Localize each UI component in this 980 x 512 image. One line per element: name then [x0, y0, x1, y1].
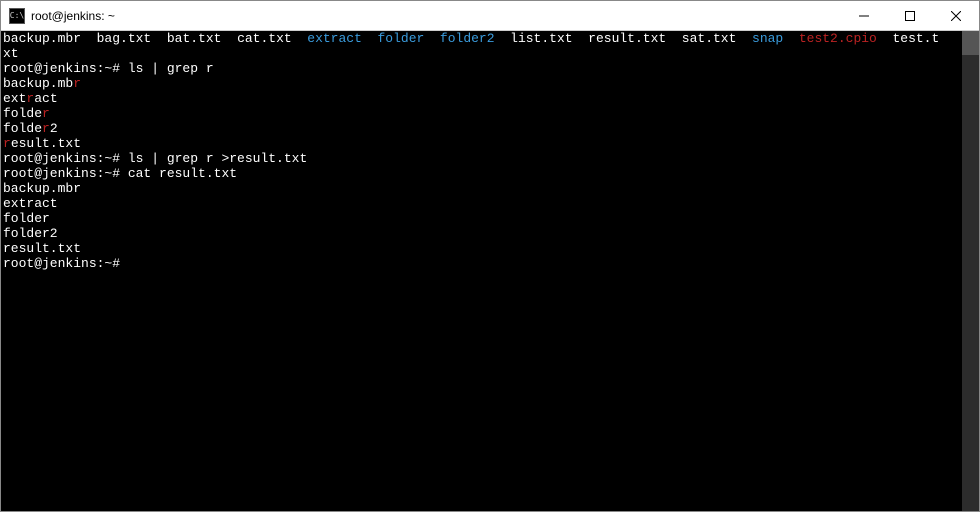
- terminal-line: root@jenkins:~#: [3, 256, 960, 271]
- command: ls | grep r >result.txt: [128, 151, 307, 166]
- scrollbar[interactable]: [962, 31, 979, 511]
- grep-post: act: [34, 91, 57, 106]
- window-title: root@jenkins: ~: [31, 9, 115, 23]
- ls-entry: backup.mbr: [3, 31, 81, 46]
- terminal-line: folder: [3, 211, 960, 226]
- ls-entry: snap: [752, 31, 783, 46]
- ls-entry: cat.txt: [237, 31, 292, 46]
- console-window: C:\ root@jenkins: ~ backup.mbr bag.txt b…: [0, 0, 980, 512]
- scrollbar-thumb[interactable]: [962, 31, 979, 55]
- cat-line: backup.mbr: [3, 181, 81, 196]
- titlebar[interactable]: C:\ root@jenkins: ~: [1, 1, 979, 31]
- ls-entry: bat.txt: [167, 31, 222, 46]
- terminal-area: backup.mbr bag.txt bat.txt cat.txt extra…: [1, 31, 979, 511]
- grep-pre: folde: [3, 121, 42, 136]
- terminal-line: extract: [3, 91, 960, 106]
- cmd-icon: C:\: [9, 8, 25, 24]
- terminal-line: root@jenkins:~# cat result.txt: [3, 166, 960, 181]
- grep-match: r: [73, 76, 81, 91]
- grep-pre: folde: [3, 106, 42, 121]
- ls-entry: result.txt: [588, 31, 666, 46]
- prompt: root@jenkins:~#: [3, 151, 128, 166]
- cat-line: extract: [3, 196, 58, 211]
- ls-entry: sat.txt: [682, 31, 737, 46]
- terminal-output[interactable]: backup.mbr bag.txt bat.txt cat.txt extra…: [1, 31, 962, 511]
- terminal-line: result.txt: [3, 136, 960, 151]
- minimize-button[interactable]: [841, 1, 887, 31]
- terminal-line: extract: [3, 196, 960, 211]
- ls-entry: bag.txt: [97, 31, 152, 46]
- terminal-line: folder2: [3, 226, 960, 241]
- command: ls | grep r: [128, 61, 214, 76]
- grep-match: r: [3, 136, 11, 151]
- cat-line: folder2: [3, 226, 58, 241]
- cat-line: result.txt: [3, 241, 81, 256]
- grep-pre: backup.mb: [3, 76, 73, 91]
- terminal-line: folder: [3, 106, 960, 121]
- terminal-line: backup.mbr: [3, 76, 960, 91]
- terminal-line: result.txt: [3, 241, 960, 256]
- maximize-button[interactable]: [887, 1, 933, 31]
- prompt: root@jenkins:~#: [3, 61, 128, 76]
- prompt: root@jenkins:~#: [3, 256, 128, 271]
- ls-entry: test2.cpio: [799, 31, 877, 46]
- grep-match: r: [42, 106, 50, 121]
- cat-line: folder: [3, 211, 50, 226]
- terminal-line: backup.mbr: [3, 181, 960, 196]
- ls-entry: folder: [378, 31, 425, 46]
- command: cat result.txt: [128, 166, 237, 181]
- ls-entry-wrap: xt: [3, 46, 19, 61]
- close-button[interactable]: [933, 1, 979, 31]
- ls-entry: test.t: [892, 31, 939, 46]
- grep-post: 2: [50, 121, 58, 136]
- prompt: root@jenkins:~#: [3, 166, 128, 181]
- terminal-line: root@jenkins:~# ls | grep r: [3, 61, 960, 76]
- terminal-line: backup.mbr bag.txt bat.txt cat.txt extra…: [3, 31, 960, 46]
- terminal-line: folder2: [3, 121, 960, 136]
- grep-match: r: [42, 121, 50, 136]
- grep-post: esult.txt: [11, 136, 81, 151]
- terminal-line: xt: [3, 46, 960, 61]
- ls-entry: list.txt: [510, 31, 572, 46]
- terminal-line: root@jenkins:~# ls | grep r >result.txt: [3, 151, 960, 166]
- grep-pre: ext: [3, 91, 26, 106]
- ls-entry: extract: [307, 31, 362, 46]
- ls-entry: folder2: [440, 31, 495, 46]
